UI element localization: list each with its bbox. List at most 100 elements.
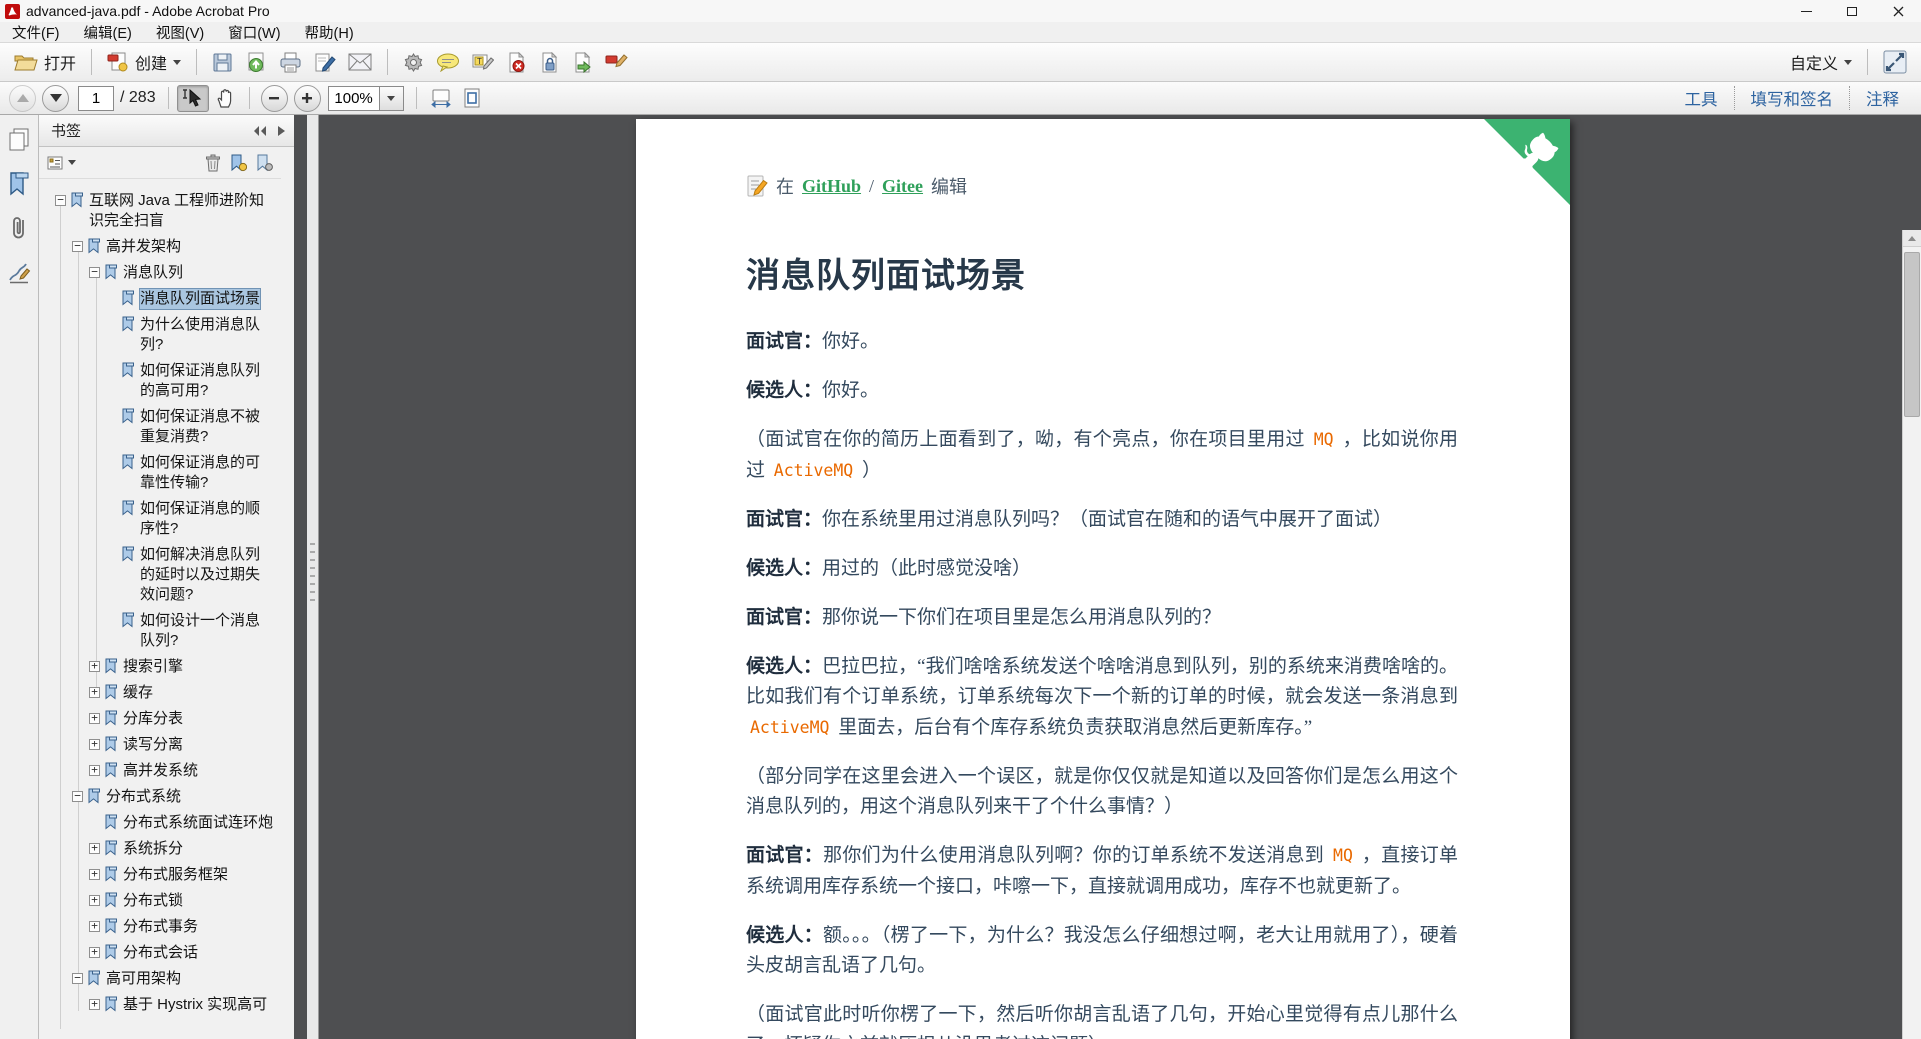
bookmark-item[interactable]: + 分布式锁: [39, 891, 281, 911]
bookmark-item[interactable]: − 消息队列: [39, 263, 281, 283]
minimize-button[interactable]: [1783, 0, 1829, 22]
bookmark-label[interactable]: 如何保证消息的顺序性?: [140, 499, 266, 539]
bookmark-item[interactable]: − 高可用架构: [39, 969, 281, 989]
share-upload-button[interactable]: [239, 49, 273, 76]
bookmark-item[interactable]: + 系统拆分: [39, 839, 281, 859]
bookmark-label[interactable]: 互联网 Java 工程师进阶知识完全扫盲: [89, 191, 275, 231]
bookmark-label[interactable]: 分布式会话: [123, 943, 198, 963]
expand-node-icon[interactable]: +: [89, 712, 100, 724]
expand-node-icon[interactable]: +: [89, 738, 100, 750]
menu-item[interactable]: 文件(F): [0, 22, 72, 42]
bookmark-item[interactable]: − 高并发架构: [39, 237, 281, 257]
bookmark-label[interactable]: 如何保证消息的可靠性传输?: [140, 453, 266, 493]
close-button[interactable]: [1875, 0, 1921, 22]
expand-node-icon[interactable]: +: [89, 686, 100, 698]
bookmark-label[interactable]: 系统拆分: [123, 839, 183, 859]
bookmark-label[interactable]: 基于 Hystrix 实现高可: [123, 995, 267, 1015]
create-button[interactable]: 创建: [101, 47, 187, 77]
bookmark-label[interactable]: 高可用架构: [106, 969, 181, 989]
bookmark-item[interactable]: + 搜索引擎: [39, 657, 281, 677]
expand-node-icon[interactable]: +: [89, 998, 100, 1010]
bookmark-item[interactable]: 如何解决消息队列的延时以及过期失效问题?: [39, 545, 281, 605]
document-scrollbar[interactable]: [1902, 230, 1921, 1039]
save-button[interactable]: [206, 49, 239, 76]
bookmark-label[interactable]: 读写分离: [123, 735, 183, 755]
bookmark-label[interactable]: 分布式系统: [106, 787, 181, 807]
fill-sign-button[interactable]: [308, 49, 342, 76]
collapse-all-icon[interactable]: [252, 125, 268, 137]
bookmark-label[interactable]: 消息队列面试场景: [138, 288, 262, 310]
github-link[interactable]: GitHub: [802, 176, 861, 197]
expand-node-icon[interactable]: +: [89, 868, 100, 880]
text-annotation-button[interactable]: T: [466, 49, 500, 75]
zoom-dropdown-button[interactable]: [379, 85, 404, 111]
expand-node-icon[interactable]: +: [89, 920, 100, 932]
bookmark-item[interactable]: + 高并发系统: [39, 761, 281, 781]
fit-page-button[interactable]: [457, 85, 489, 112]
document-scroll-thumb[interactable]: [1904, 252, 1920, 417]
bookmark-label[interactable]: 如何解决消息队列的延时以及过期失效问题?: [140, 545, 266, 605]
protect-button[interactable]: [533, 49, 566, 76]
collapse-node-icon[interactable]: −: [89, 266, 100, 278]
bookmark-item[interactable]: 如何保证消息的顺序性?: [39, 499, 281, 539]
customize-button[interactable]: 自定义: [1784, 47, 1858, 77]
maximize-button[interactable]: [1829, 0, 1875, 22]
expand-node-icon[interactable]: +: [89, 842, 100, 854]
collapse-node-icon[interactable]: −: [72, 240, 83, 252]
stamp-button[interactable]: [599, 49, 634, 76]
bookmark-label[interactable]: 分布式锁: [123, 891, 183, 911]
bookmark-item[interactable]: 如何保证消息的可靠性传输?: [39, 453, 281, 493]
collapse-node-icon[interactable]: −: [72, 972, 83, 984]
bookmarks-button[interactable]: [4, 169, 34, 199]
bookmark-item[interactable]: + 缓存: [39, 683, 281, 703]
bookmark-item[interactable]: − 分布式系统: [39, 787, 281, 807]
bookmark-item[interactable]: + 分布式服务框架: [39, 865, 281, 885]
menu-item[interactable]: 窗口(W): [216, 22, 292, 42]
bookmark-item[interactable]: + 分布式会话: [39, 943, 281, 963]
expand-node-icon[interactable]: +: [89, 764, 100, 776]
previous-page-button[interactable]: [9, 84, 36, 112]
bookmark-label[interactable]: 如何保证消息不被重复消费?: [140, 407, 266, 447]
zoom-level-input[interactable]: [327, 85, 380, 111]
bookmark-label[interactable]: 分库分表: [123, 709, 183, 729]
scroll-up-button[interactable]: [1903, 230, 1921, 247]
page-number-input[interactable]: [78, 85, 114, 111]
bookmark-item[interactable]: + 读写分离: [39, 735, 281, 755]
email-button[interactable]: [342, 50, 378, 74]
document-canvas[interactable]: 在 GitHub / Gitee 编辑 消息队列面试场景 面试官：你好。 候选人：…: [319, 115, 1902, 1039]
task-pane-tab[interactable]: 工具: [1669, 86, 1734, 110]
bookmark-label[interactable]: 高并发系统: [123, 761, 198, 781]
reading-mode-button[interactable]: [1877, 47, 1913, 77]
menu-item[interactable]: 编辑(E): [72, 22, 144, 42]
bookmark-label[interactable]: 消息队列: [123, 263, 183, 283]
bookmark-item[interactable]: 消息队列面试场景: [39, 288, 281, 310]
panel-splitter[interactable]: [307, 115, 319, 1039]
bookmark-label[interactable]: 缓存: [123, 683, 153, 703]
zoom-out-button[interactable]: [260, 84, 288, 112]
bookmark-options-button[interactable]: [47, 155, 76, 171]
bookmark-label[interactable]: 为什么使用消息队列?: [140, 315, 266, 355]
bookmark-label[interactable]: 搜索引擎: [123, 657, 183, 677]
zoom-in-button[interactable]: [293, 84, 321, 112]
hand-tool-button[interactable]: [209, 85, 241, 112]
collapse-node-icon[interactable]: −: [55, 194, 66, 206]
gitee-link[interactable]: Gitee: [882, 176, 923, 197]
task-pane-tab[interactable]: 注释: [1849, 86, 1915, 110]
new-bookmark-icon[interactable]: [230, 154, 247, 172]
bookmark-item[interactable]: 如何设计一个消息队列?: [39, 611, 281, 651]
open-button[interactable]: 打开: [8, 47, 82, 77]
bookmark-item[interactable]: + 基于 Hystrix 实现高可: [39, 995, 281, 1015]
bookmark-item[interactable]: + 分布式事务: [39, 917, 281, 937]
bookmark-item[interactable]: 如何保证消息不被重复消费?: [39, 407, 281, 447]
expand-node-icon[interactable]: +: [89, 660, 100, 672]
settings-button[interactable]: [397, 49, 430, 76]
bookmark-label[interactable]: 分布式服务框架: [123, 865, 228, 885]
expand-node-icon[interactable]: +: [89, 894, 100, 906]
comment-button[interactable]: [430, 50, 466, 75]
bookmark-item[interactable]: 为什么使用消息队列?: [39, 315, 281, 355]
menu-item[interactable]: 视图(V): [144, 22, 216, 42]
expand-node-icon[interactable]: +: [89, 946, 100, 958]
select-tool-button[interactable]: [176, 84, 209, 112]
collapse-node-icon[interactable]: −: [72, 790, 83, 802]
bookmark-label[interactable]: 高并发架构: [106, 237, 181, 257]
